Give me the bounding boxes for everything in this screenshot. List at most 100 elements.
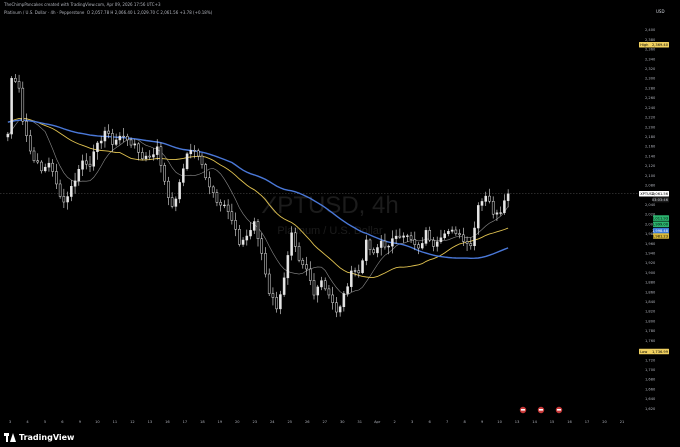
candle-body (252, 221, 256, 231)
candle-body (211, 186, 215, 193)
price-chart[interactable]: XPTUSD, 4h Platinum / U.S. Dollar 2,400 2… (0, 0, 680, 447)
time-tick-label: 26 (305, 420, 310, 424)
price-label-value: 2,011.93 (652, 216, 668, 220)
price-tick-label: 1,640 (645, 397, 656, 401)
candle-body (506, 193, 510, 201)
price-label-name: High (640, 43, 648, 47)
price-tick-label: 2,180 (645, 135, 656, 139)
candle-body (144, 155, 148, 159)
price-tick-label: 2,360 (645, 48, 656, 52)
time-tick-label: 3 (9, 420, 11, 424)
candle-body (260, 238, 264, 254)
candle-body (368, 239, 372, 250)
candle-body (99, 140, 103, 144)
price-tick-label: 2,080 (645, 184, 656, 188)
time-tick-label: 5 (44, 420, 46, 424)
candle-body (62, 196, 66, 203)
economic-events[interactable] (519, 406, 563, 414)
price-label-value: 1,981.23 (652, 234, 668, 238)
price-tick-label: 1,940 (645, 251, 656, 255)
price-tick-label: 2,120 (645, 164, 656, 168)
candle-body (331, 294, 334, 303)
time-tick-label: 7 (446, 420, 448, 424)
price-tick-label: 1,700 (645, 368, 656, 372)
candle-body (308, 268, 312, 281)
price-tick-label: 2,320 (645, 67, 656, 71)
time-tick-label: 23 (253, 420, 258, 424)
price-label-green: 2,011.93 (652, 215, 669, 221)
time-tick-label: 10 (95, 420, 100, 424)
candle-body (305, 264, 308, 270)
candle-body (238, 229, 241, 245)
time-tick-label: 17 (183, 420, 188, 424)
event-flag-stripe (557, 409, 561, 411)
candle-body (353, 270, 357, 272)
candle-body (480, 201, 484, 206)
price-tick-label: 2,260 (645, 96, 656, 100)
candle-body (245, 235, 249, 241)
price-tick-label: 1,900 (645, 271, 656, 275)
candle-body (178, 182, 181, 200)
time-tick-label: 25 (287, 420, 292, 424)
candle-body (267, 273, 271, 294)
candle-body (223, 204, 226, 207)
candle-body (114, 139, 118, 145)
candle-body (10, 78, 13, 135)
candle-body (185, 153, 189, 169)
time-tick-label: 13 (148, 420, 153, 424)
candle-body (350, 270, 353, 287)
price-label-value: 1,998.48 (652, 229, 669, 233)
candle-body (417, 244, 420, 249)
candle-body (170, 197, 174, 207)
price-label-current: XPTUSD2,061.56 (639, 190, 669, 197)
candle-body (357, 270, 361, 274)
candle-body (103, 130, 107, 142)
candle-body (312, 280, 316, 296)
candle-body (391, 238, 394, 247)
candle-body (133, 143, 137, 146)
price-label-value: 1,736.99 (652, 350, 669, 354)
candle-body (346, 286, 349, 294)
time-tick-label: 17 (585, 420, 590, 424)
time-tick-label: 18 (200, 420, 205, 424)
candle-body (432, 239, 435, 247)
candle-body (55, 171, 58, 185)
candle-body (208, 177, 211, 188)
candle-body (193, 150, 196, 152)
candle-body (499, 212, 502, 214)
price-tick-label: 1,720 (645, 358, 656, 362)
candle-body (379, 240, 383, 248)
candle-body (140, 152, 144, 159)
candle-body (320, 280, 323, 288)
time-tick-label: Apr (374, 420, 381, 424)
price-tick-label: 1,780 (645, 329, 656, 333)
time-tick-label: 24 (270, 420, 275, 424)
candle-body (6, 133, 10, 138)
candle-body (43, 166, 47, 172)
candle-body (70, 186, 73, 197)
time-tick-label: 16 (567, 420, 572, 424)
candle-body (264, 253, 267, 275)
candle-body (163, 165, 166, 182)
price-label-green: 1,999.00 (652, 221, 669, 228)
candle-body (398, 235, 402, 238)
candle-body (196, 150, 200, 157)
candle-body (152, 154, 155, 158)
candle-body (230, 211, 234, 221)
candle-body (469, 243, 473, 247)
candle-body (443, 233, 446, 239)
price-label-low: Low 1,736.99 (639, 348, 669, 355)
candle-body (409, 235, 413, 240)
price-label-value: 1,999.00 (652, 223, 669, 227)
candle-body (447, 231, 450, 235)
candle-body (297, 246, 301, 261)
tradingview-logo[interactable]: TradingView (4, 431, 74, 443)
candle-body (92, 151, 96, 167)
candle-body (118, 135, 122, 141)
candle-body (155, 146, 159, 155)
price-tick-label: 2,160 (645, 145, 656, 149)
candle-body (335, 302, 338, 313)
price-label-value: 2,369.40 (652, 43, 669, 47)
time-tick-label: 3 (411, 420, 413, 424)
time-axis[interactable]: 3 4 5 6 9 10 11 12 13 16 17 18 19 20 23 24 25 26 27 30 31 Apr… (9, 420, 624, 424)
